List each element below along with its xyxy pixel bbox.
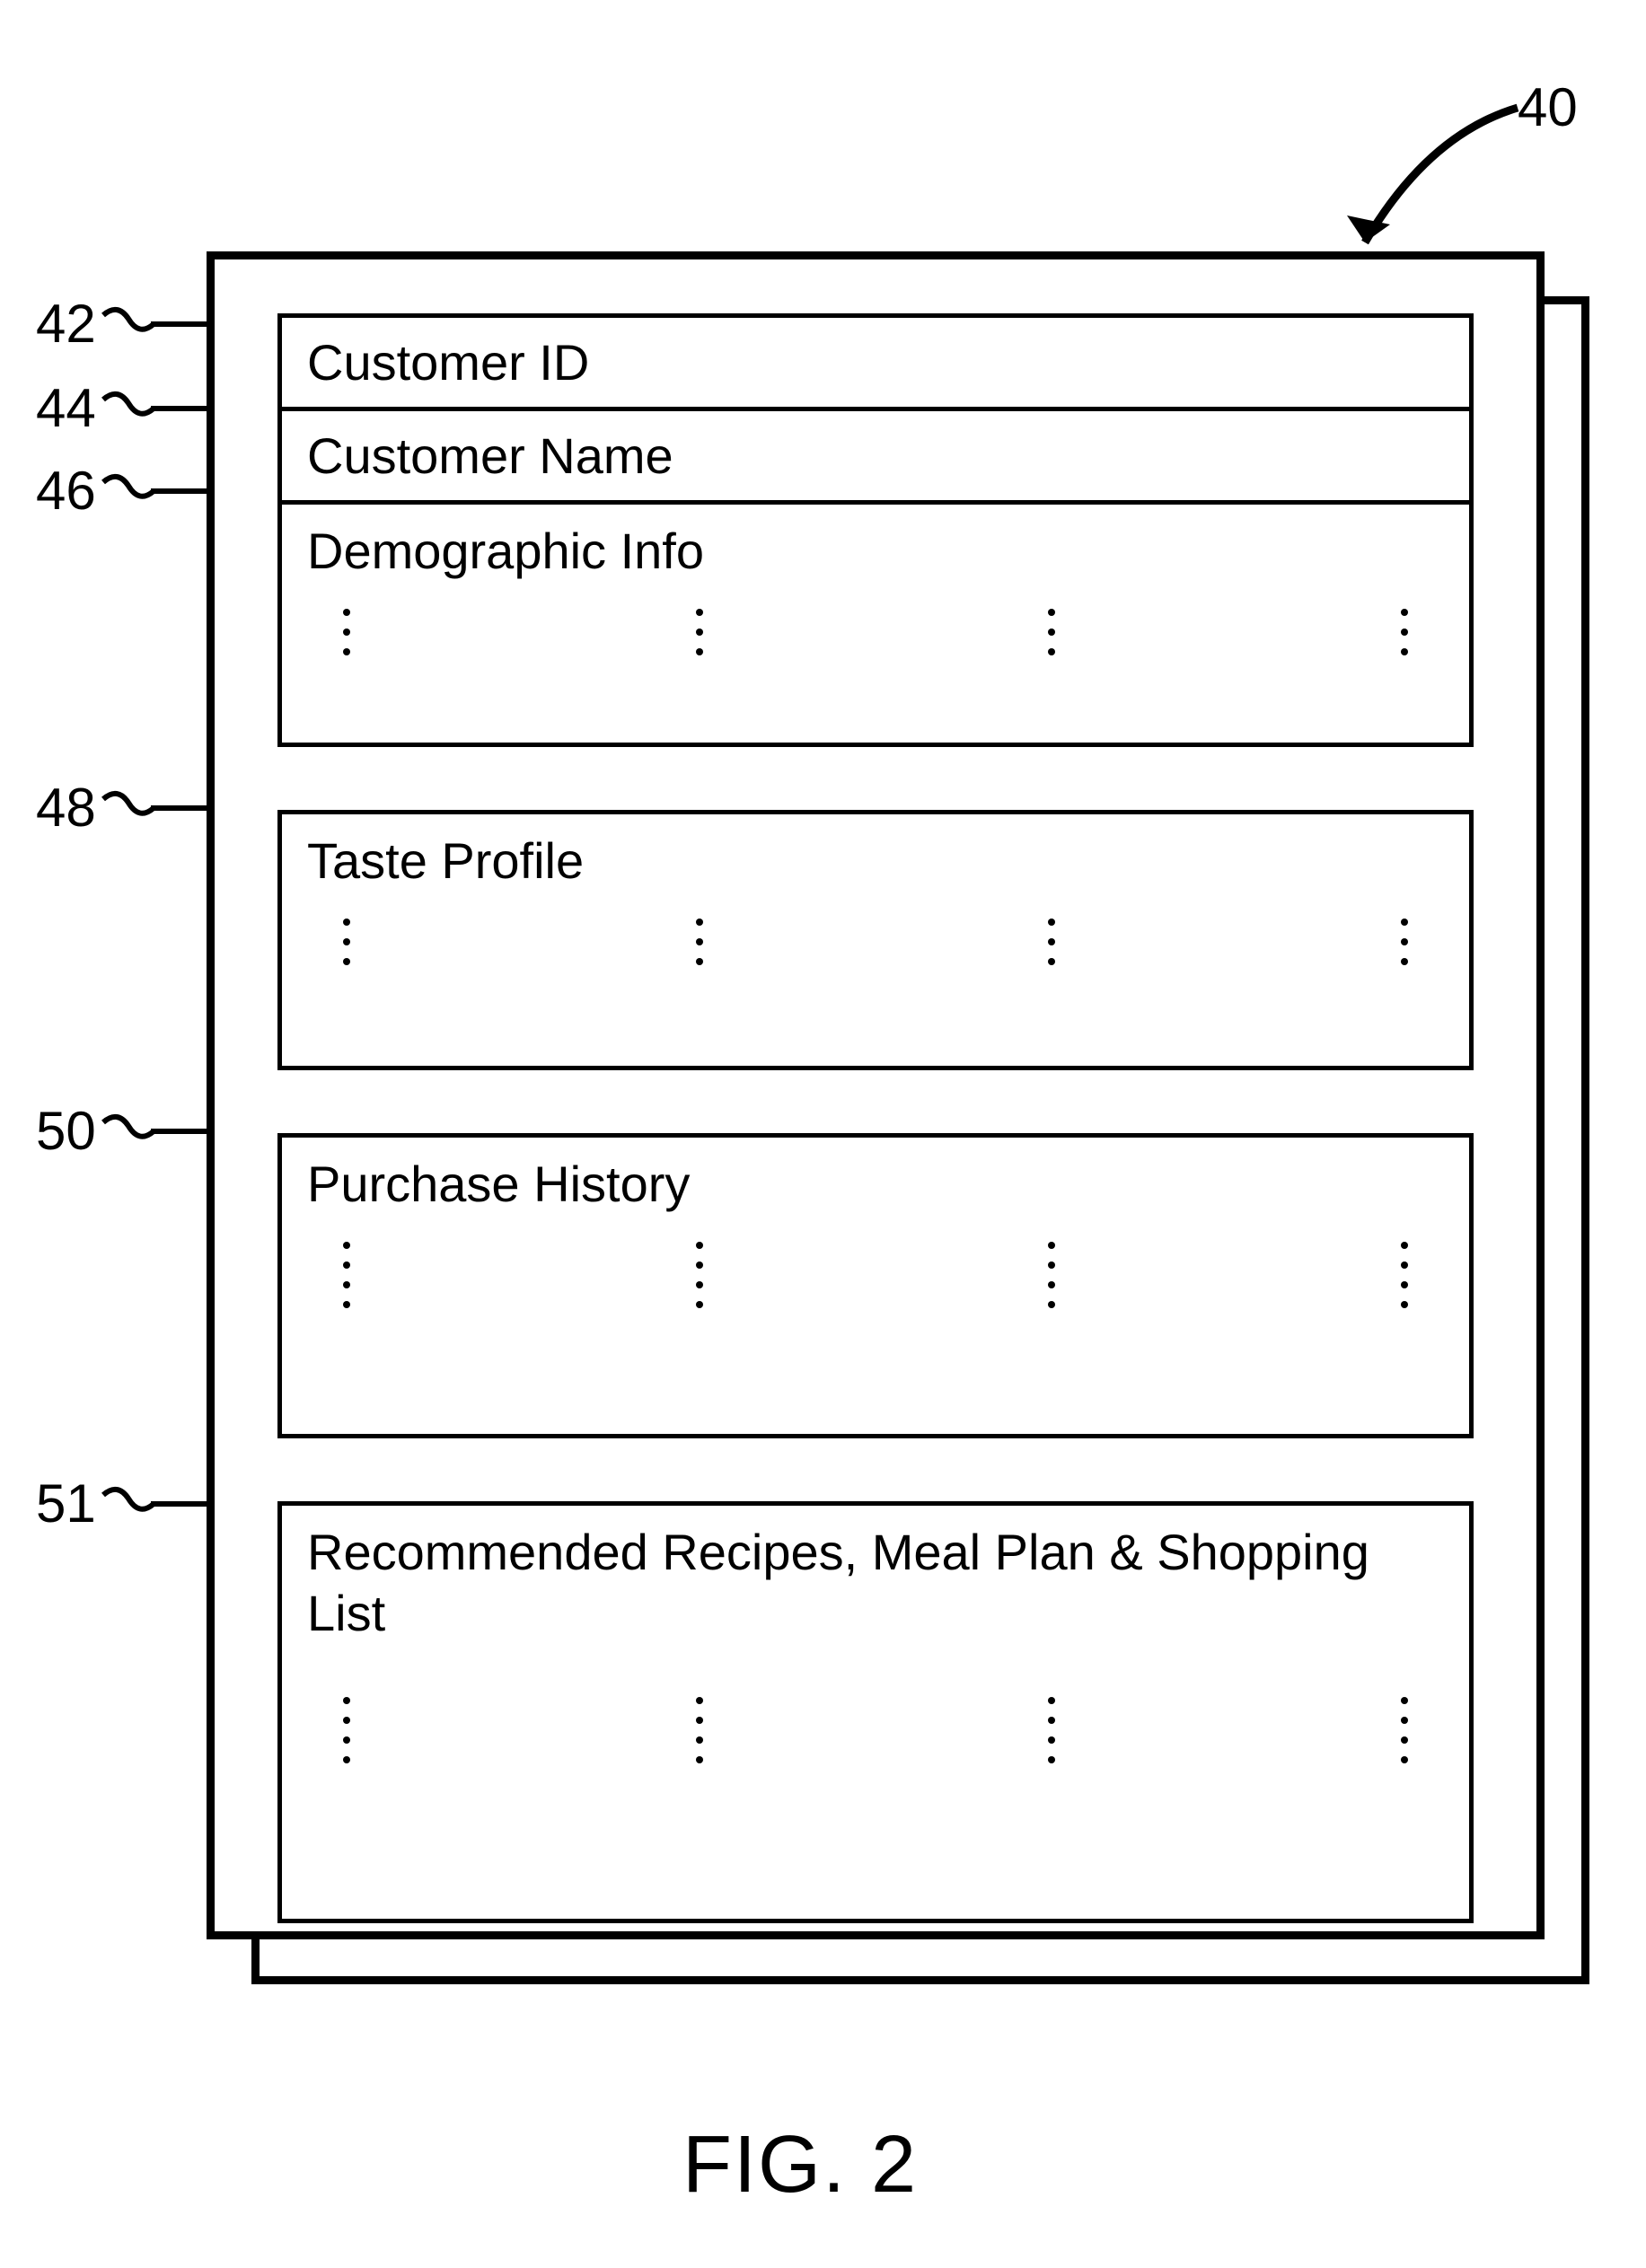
slot-customer-id: Customer ID	[277, 313, 1474, 411]
ref-48-num: 48	[36, 777, 96, 839]
squiggle-icon	[101, 1113, 155, 1149]
ref-40: 40	[1518, 76, 1578, 138]
slot-title: Taste Profile	[307, 831, 1444, 891]
ref-50: 50	[36, 1100, 161, 1162]
ref-46: 46	[36, 460, 161, 522]
figure-caption: FIG. 2	[682, 2119, 918, 2211]
slot-demographic-info: Demographic Info	[277, 505, 1474, 747]
ref-48: 48	[36, 777, 161, 839]
ellipsis-dots	[307, 1697, 1444, 1763]
ellipsis-dots	[307, 919, 1444, 965]
ref-44-num: 44	[36, 377, 96, 439]
slot-customer-name: Customer Name	[277, 411, 1474, 505]
slot-title: Recommended Recipes, Meal Plan & Shoppin…	[307, 1522, 1444, 1642]
ref-42: 42	[36, 293, 161, 355]
ellipsis-dots	[307, 1242, 1444, 1308]
record-card-front: Customer ID Customer Name Demographic In…	[207, 251, 1545, 1939]
squiggle-icon	[101, 1486, 155, 1522]
ref-51: 51	[36, 1472, 161, 1534]
ref-46-num: 46	[36, 460, 96, 522]
slot-title: Demographic Info	[307, 521, 1444, 581]
slot-title: Purchase History	[307, 1154, 1444, 1214]
squiggle-icon	[101, 473, 155, 509]
squiggle-icon	[101, 391, 155, 426]
ref-42-num: 42	[36, 293, 96, 355]
ref-50-num: 50	[36, 1100, 96, 1162]
slot-title: Customer Name	[307, 426, 1444, 486]
ellipsis-dots	[307, 609, 1444, 655]
slot-title: Customer ID	[307, 332, 1444, 392]
slot-purchase-history: Purchase History	[277, 1133, 1474, 1438]
slot-recommended: Recommended Recipes, Meal Plan & Shoppin…	[277, 1501, 1474, 1923]
squiggle-icon	[101, 306, 155, 342]
record-card-stack: Customer ID Customer Name Demographic In…	[207, 251, 1607, 2002]
ref-51-num: 51	[36, 1472, 96, 1534]
ref-40-num: 40	[1518, 76, 1578, 138]
ref-44: 44	[36, 377, 161, 439]
squiggle-icon	[101, 790, 155, 826]
slot-taste-profile: Taste Profile	[277, 810, 1474, 1070]
